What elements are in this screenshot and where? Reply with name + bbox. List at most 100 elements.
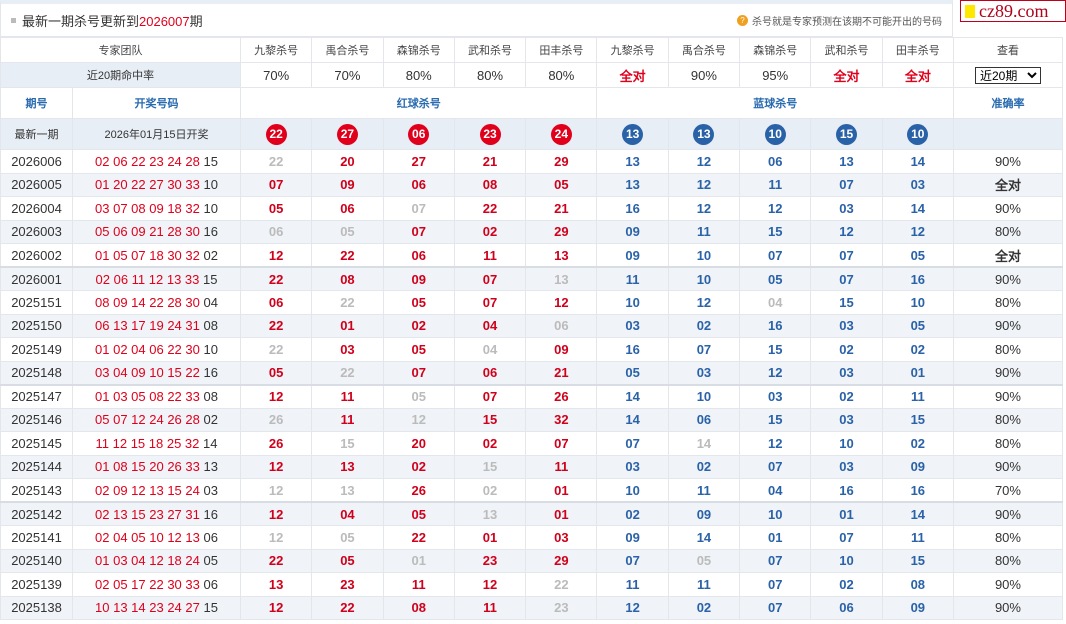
blue-kill-cell: 12 — [667, 149, 741, 174]
red-draw-numbers: 01 03 04 12 18 24 — [95, 553, 200, 569]
red-kill-cell-miss: 04 — [453, 337, 527, 362]
period-cell: 2025139 — [0, 572, 73, 597]
period-cell: 2025146 — [0, 407, 73, 432]
draw-numbers-cell: 02 06 11 12 13 33 15 — [72, 266, 241, 291]
title-bar: 最新一期杀号更新到2026007期 ? 杀号就是专家预测在该期不可能开出的号码 — [0, 0, 953, 37]
blue-kill-cell: 16 — [881, 478, 954, 503]
period-cell: 2026004 — [0, 196, 73, 221]
red-kill-cell: 32 — [525, 407, 598, 432]
red-draw-numbers: 06 13 17 19 24 31 — [95, 318, 200, 334]
red-kill-cell: 12 — [239, 595, 313, 620]
blue-kill-cell: 08 — [881, 572, 954, 597]
red-kill-cell: 06 — [453, 360, 527, 385]
red-draw-numbers: 03 04 09 10 15 22 — [95, 365, 200, 380]
red-kill-cell: 23 — [311, 572, 384, 597]
red-kill-cell-miss: 05 — [311, 525, 384, 550]
blue-kill-cell: 10 — [881, 290, 954, 315]
red-kill-cell: 07 — [382, 360, 455, 385]
empty-cell — [952, 118, 1063, 150]
blue-kill-cell: 11 — [596, 266, 669, 291]
red-kill-cell: 09 — [525, 337, 598, 362]
red-kill-cell: 05 — [239, 196, 313, 221]
accuracy-cell: 80% — [952, 407, 1063, 432]
red-kill-cell: 21 — [525, 196, 598, 221]
red-kill-cell: 01 — [453, 525, 527, 550]
period-cell: 2025147 — [0, 383, 73, 409]
red-kill-cell-miss: 13 — [525, 266, 598, 291]
red-kill-cell: 22 — [311, 595, 384, 620]
blue-kill-cell: 11 — [667, 478, 741, 503]
blue-kill-cell: 03 — [810, 196, 883, 221]
period-cell: 2026003 — [0, 219, 73, 244]
red-kill-header: 红球杀号 — [239, 87, 598, 119]
draw-numbers-cell: 01 20 22 27 30 33 10 — [72, 172, 241, 197]
period-cell: 2025149 — [0, 337, 73, 362]
blue-kill-cell: 06 — [810, 595, 883, 620]
kill-number-table: 专家团队 九黎杀号 禹合杀号 森锦杀号 武和杀号 田丰杀号 九黎杀号 禹合杀号 … — [0, 37, 1063, 620]
red-kill-cell: 04 — [311, 501, 384, 526]
blue-kill-cell: 06 — [739, 149, 812, 174]
period-cell: 2026006 — [0, 149, 73, 174]
blue-kill-cell: 14 — [881, 196, 954, 221]
blue-kill-cell: 10 — [667, 266, 741, 291]
accuracy-cell: 80% — [952, 219, 1063, 244]
red-draw-numbers: 11 12 15 18 25 32 — [95, 435, 200, 451]
blue-kill-cell: 16 — [596, 337, 669, 362]
blue-kill-cell: 10 — [881, 118, 954, 150]
period-cell: 2025138 — [0, 595, 73, 620]
blue-kill-cell: 11 — [667, 219, 741, 244]
red-kill-cell: 11 — [525, 454, 598, 479]
accuracy-cell: 90% — [952, 196, 1063, 221]
period-select-cell: 近20期 — [952, 62, 1063, 88]
blue-kill-cell: 01 — [881, 360, 954, 385]
period-cell: 2025150 — [0, 313, 73, 338]
draw-numbers-cell: 03 04 09 10 15 22 16 — [72, 360, 241, 385]
blue-kill-cell: 09 — [667, 501, 741, 526]
red-kill-cell-miss: 22 — [239, 149, 313, 174]
site-logo[interactable]: cz89.com — [960, 0, 1066, 22]
red-kill-cell-miss: 15 — [453, 454, 527, 479]
red-kill-cell: 05 — [382, 290, 455, 315]
blue-kill-cell: 09 — [596, 243, 669, 268]
red-kill-cell-miss: 12 — [382, 407, 455, 432]
accuracy-cell: 80% — [952, 337, 1063, 362]
hit-rate-value: 90% — [667, 62, 741, 88]
red-kill-cell: 24 — [525, 118, 598, 150]
blue-draw-number: 15 — [203, 600, 218, 616]
latest-row: 最新一期 2026年01月15日开奖 22 27 06 23 24 13 13 10 15 10 — [0, 118, 1063, 150]
blue-kill-cell: 12 — [881, 219, 954, 244]
red-draw-numbers: 01 20 22 27 30 33 — [95, 177, 200, 193]
red-kill-cell-miss: 01 — [382, 548, 455, 573]
blue-ball: 10 — [907, 123, 929, 145]
expert-name: 田丰杀号 — [881, 37, 954, 63]
table-row: 2026002 01 05 07 18 30 32 02 12 22 06 11 13 09 1… — [0, 243, 1063, 268]
period-cell: 2025142 — [0, 501, 73, 526]
blue-draw-number: 13 — [203, 459, 218, 475]
red-kill-cell: 26 — [525, 383, 598, 409]
hit-rate-value: 80% — [525, 62, 598, 88]
blue-kill-cell: 03 — [667, 360, 741, 385]
red-kill-cell-miss: 15 — [311, 431, 384, 456]
blue-kill-cell: 14 — [667, 525, 741, 550]
blue-kill-cell: 07 — [810, 525, 883, 550]
blue-kill-cell: 03 — [881, 172, 954, 197]
hit-rate-value: 全对 — [596, 62, 669, 88]
accuracy-cell: 全对 — [952, 243, 1063, 268]
red-draw-numbers: 02 06 11 12 13 33 — [95, 271, 200, 287]
blue-ball: 10 — [764, 123, 786, 145]
blue-kill-cell: 16 — [810, 478, 883, 503]
period-range-select[interactable]: 近20期 — [974, 66, 1041, 84]
blue-kill-cell: 02 — [596, 501, 669, 526]
accuracy-cell: 90% — [952, 149, 1063, 174]
red-kill-cell: 08 — [382, 595, 455, 620]
blue-kill-cell: 15 — [739, 407, 812, 432]
blue-kill-cell-miss: 05 — [667, 548, 741, 573]
red-kill-cell-miss: 22 — [239, 337, 313, 362]
blue-draw-number: 05 — [203, 553, 218, 569]
latest-period: 2026007 — [139, 13, 190, 29]
red-kill-cell: 11 — [453, 243, 527, 268]
table-row: 2025147 01 03 05 08 22 33 08 12 11 05 07 26 14 1… — [0, 383, 1063, 409]
page-title: 最新一期杀号更新到2026007期 — [22, 13, 203, 29]
blue-kill-cell: 07 — [739, 243, 812, 268]
red-kill-cell: 07 — [453, 290, 527, 315]
